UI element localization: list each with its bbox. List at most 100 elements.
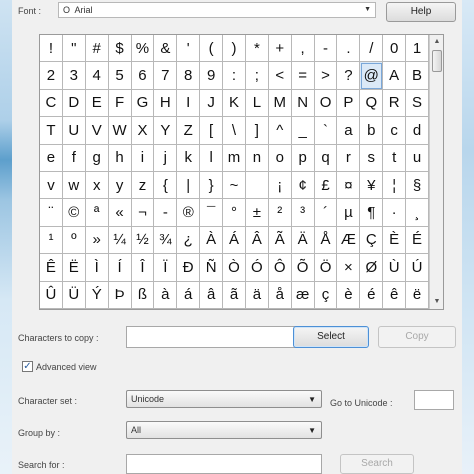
character-cell[interactable]: I xyxy=(177,89,201,118)
character-cell[interactable]: c xyxy=(383,117,407,145)
character-cell[interactable]: ë xyxy=(406,281,429,309)
character-cell[interactable]: d xyxy=(406,117,429,145)
chevron-down-icon[interactable]: ▼ xyxy=(430,295,444,309)
character-cell[interactable]: ç xyxy=(314,281,338,309)
character-cell[interactable]: ã xyxy=(223,281,246,309)
character-cell[interactable]: - xyxy=(154,199,178,227)
character-cell[interactable]: ¶ xyxy=(360,199,384,227)
character-cell[interactable]: ¡ xyxy=(268,171,292,200)
character-cell[interactable]: 8 xyxy=(177,62,201,90)
character-cell[interactable]: Ý xyxy=(85,281,109,309)
character-cell[interactable]: ^ xyxy=(268,117,292,145)
character-cell[interactable]: j xyxy=(154,144,178,172)
character-cell[interactable]: 7 xyxy=(154,62,178,90)
character-cell[interactable]: Ó xyxy=(245,254,269,282)
character-cell[interactable]: , xyxy=(291,35,315,63)
character-cell[interactable]: é xyxy=(360,281,384,309)
character-cell[interactable]: [ xyxy=(200,117,224,145)
character-cell[interactable]: A xyxy=(383,62,407,90)
character-cell[interactable]: 2 xyxy=(40,62,63,90)
character-cell[interactable]: T xyxy=(40,117,63,145)
character-cell[interactable]: H xyxy=(154,89,178,118)
character-cell[interactable]: r xyxy=(337,144,361,172)
character-cell[interactable]: § xyxy=(406,171,429,200)
character-cell[interactable]: G xyxy=(131,89,155,118)
character-cell[interactable]: ± xyxy=(245,199,269,227)
character-cell[interactable]: a xyxy=(337,117,361,145)
character-cell[interactable]: ( xyxy=(200,35,224,63)
character-cell[interactable]: i xyxy=(131,144,155,172)
character-cell[interactable]: ¥ xyxy=(360,171,384,200)
character-cell[interactable]: È xyxy=(383,226,407,255)
character-cell[interactable]: J xyxy=(200,89,224,118)
character-cell[interactable]: ¸ xyxy=(406,199,429,227)
character-cell[interactable]: / xyxy=(360,35,384,63)
character-cell[interactable]: Û xyxy=(40,281,63,309)
character-cell[interactable]: ° xyxy=(223,199,246,227)
character-cell[interactable]: ) xyxy=(223,35,246,63)
character-cell[interactable]: 6 xyxy=(131,62,155,90)
character-cell[interactable]: V xyxy=(85,117,109,145)
go-to-unicode-input[interactable] xyxy=(414,390,454,410)
character-cell[interactable]: W xyxy=(108,117,132,145)
character-cell[interactable]: + xyxy=(268,35,292,63)
character-cell[interactable]: @ xyxy=(360,62,384,90)
character-cell[interactable]: 1 xyxy=(406,35,429,63)
character-cell[interactable]: $ xyxy=(108,35,132,63)
character-cell[interactable]: Ð xyxy=(177,254,201,282)
character-cell[interactable]: b xyxy=(360,117,384,145)
character-cell[interactable]: & xyxy=(154,35,178,63)
character-cell[interactable]: p xyxy=(291,144,315,172)
character-cell[interactable] xyxy=(245,171,269,200)
character-cell[interactable]: } xyxy=(200,171,224,200)
character-cell[interactable]: = xyxy=(291,62,315,90)
character-cell[interactable]: Þ xyxy=(108,281,132,309)
character-cell[interactable]: l xyxy=(200,144,224,172)
character-cell[interactable]: v xyxy=(40,171,63,200)
character-cell[interactable]: X xyxy=(131,117,155,145)
character-cell[interactable]: O xyxy=(314,89,338,118)
character-cell[interactable]: Ñ xyxy=(200,254,224,282)
character-cell[interactable]: ¿ xyxy=(177,226,201,255)
character-cell[interactable]: ê xyxy=(383,281,407,309)
character-cell[interactable]: Ö xyxy=(314,254,338,282)
character-cell[interactable]: Ê xyxy=(40,254,63,282)
character-cell[interactable]: ¹ xyxy=(40,226,63,255)
character-cell[interactable]: â xyxy=(200,281,224,309)
character-cell[interactable]: B xyxy=(406,62,429,90)
chevron-up-icon[interactable]: ▲ xyxy=(430,35,444,49)
character-cell[interactable]: Ä xyxy=(291,226,315,255)
character-cell[interactable]: S xyxy=(406,89,429,118)
character-cell[interactable]: ® xyxy=(177,199,201,227)
character-cell[interactable]: å xyxy=(268,281,292,309)
character-cell[interactable]: ¾ xyxy=(154,226,178,255)
character-cell[interactable]: ¤ xyxy=(337,171,361,200)
character-cell[interactable]: M xyxy=(268,89,292,118)
character-cell[interactable]: > xyxy=(314,62,338,90)
character-cell[interactable]: { xyxy=(154,171,178,200)
select-button[interactable]: Select xyxy=(293,326,369,348)
group-by-select[interactable]: All ▼ xyxy=(126,421,322,439)
character-cell[interactable]: E xyxy=(85,89,109,118)
search-input[interactable] xyxy=(126,454,322,474)
character-cell[interactable]: « xyxy=(108,199,132,227)
character-cell[interactable]: C xyxy=(40,89,63,118)
character-cell[interactable]: à xyxy=(154,281,178,309)
character-cell[interactable]: Ã xyxy=(268,226,292,255)
grid-scrollbar[interactable]: ▲ ▼ xyxy=(429,35,443,309)
character-cell[interactable]: Ë xyxy=(62,254,86,282)
character-cell[interactable]: u xyxy=(406,144,429,172)
character-cell[interactable]: ` xyxy=(314,117,338,145)
character-cell[interactable]: Ø xyxy=(360,254,384,282)
character-cell[interactable]: q xyxy=(314,144,338,172)
character-cell[interactable]: % xyxy=(131,35,155,63)
character-cell[interactable]: n xyxy=(245,144,269,172)
character-cell[interactable]: F xyxy=(108,89,132,118)
character-cell[interactable]: ? xyxy=(337,62,361,90)
character-cell[interactable]: _ xyxy=(291,117,315,145)
character-cell[interactable]: R xyxy=(383,89,407,118)
character-cell[interactable]: À xyxy=(200,226,224,255)
character-cell[interactable]: " xyxy=(62,35,86,63)
character-cell[interactable]: s xyxy=(360,144,384,172)
character-cell[interactable]: k xyxy=(177,144,201,172)
